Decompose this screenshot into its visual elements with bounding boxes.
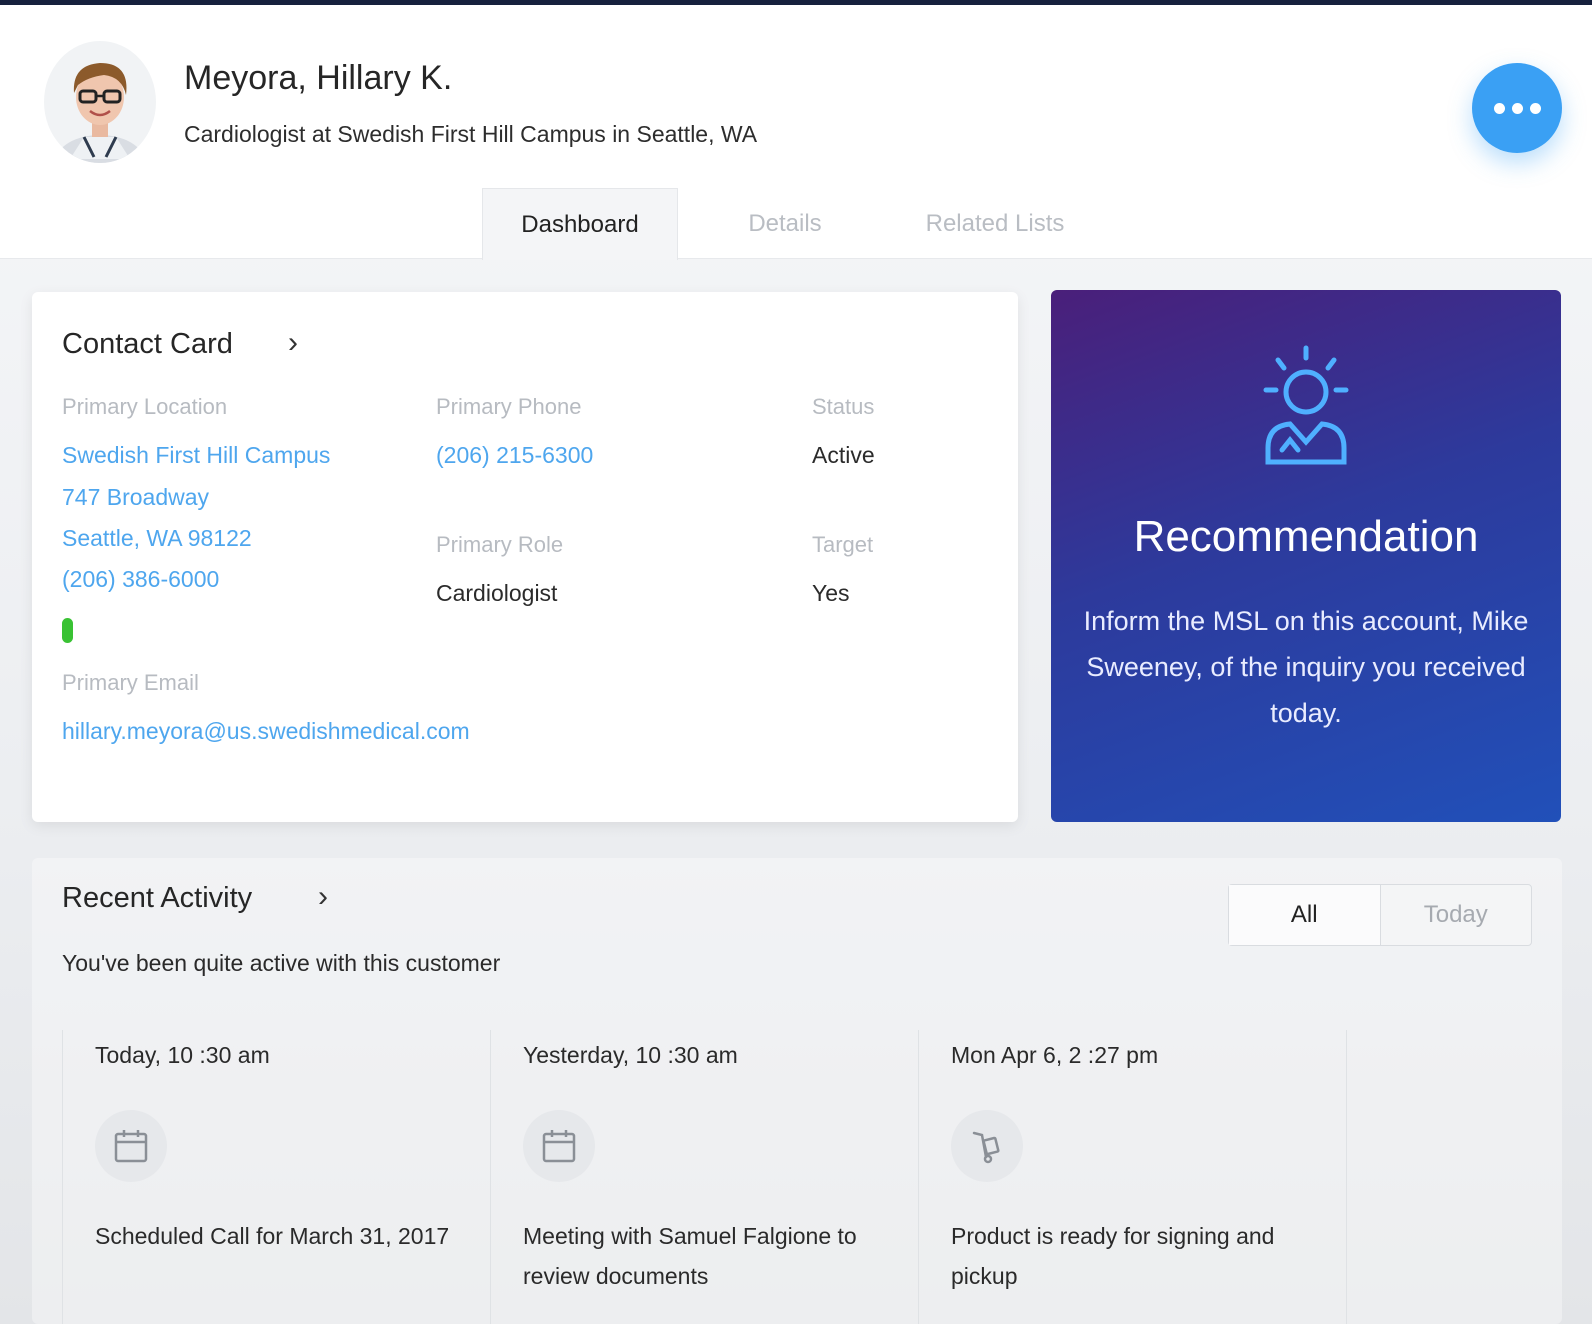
- primary-phone-link[interactable]: (206) 215-6300: [436, 442, 593, 469]
- activity-time: Yesterday, 10 :30 am: [523, 1042, 738, 1068]
- status-label: Status: [812, 394, 875, 419]
- activity-text: Meeting with Samuel Falgione to review d…: [523, 1223, 857, 1289]
- calendar-icon: [523, 1110, 595, 1182]
- contact-card-title: Contact Card: [62, 328, 233, 360]
- recommendation-text: Inform the MSL on this account, Mike Swe…: [1083, 606, 1529, 728]
- status-indicator: [62, 618, 73, 643]
- lightbulb-person-icon: [1254, 342, 1358, 468]
- primary-role-value: Cardiologist: [436, 580, 558, 606]
- location-address-link[interactable]: 747 Broadway: [62, 484, 209, 511]
- profile-header: Meyora, Hillary K. Cardiologist at Swedi…: [0, 5, 1592, 260]
- recent-activity-subtitle: You've been quite active with this custo…: [62, 950, 501, 976]
- primary-phone-label: Primary Phone: [436, 394, 582, 419]
- more-dot: [1529, 102, 1541, 114]
- activity-item[interactable]: Today, 10 :30 am Scheduled Call for Marc…: [62, 1030, 490, 1324]
- activity-item[interactable]: Mon Apr 6, 2 :27 pm Product is ready for…: [918, 1030, 1346, 1324]
- recommendation-title: Recommendation: [1133, 512, 1479, 561]
- more-actions-button[interactable]: [1472, 63, 1562, 153]
- tab-dashboard[interactable]: Dashboard: [482, 188, 678, 260]
- hand-truck-icon: [951, 1110, 1023, 1182]
- location-phone-link[interactable]: (206) 386-6000: [62, 566, 219, 593]
- contact-card: Contact Card › Primary Location Swedish …: [32, 292, 1018, 822]
- filter-today-button[interactable]: Today: [1381, 885, 1532, 945]
- activity-filter-toggle: All Today: [1228, 884, 1532, 946]
- activity-column-empty: [1346, 1030, 1546, 1324]
- activity-time: Mon Apr 6, 2 :27 pm: [951, 1042, 1159, 1068]
- location-city-link[interactable]: Seattle, WA 98122: [62, 525, 252, 552]
- primary-email-link[interactable]: hillary.meyora@us.swedishmedical.com: [62, 718, 470, 745]
- more-horizontal-icon: [1493, 102, 1505, 114]
- filter-all-button[interactable]: All: [1229, 885, 1381, 945]
- contact-name: Meyora, Hillary K.: [184, 59, 453, 97]
- activity-item[interactable]: Yesterday, 10 :30 am Meeting with Samuel…: [490, 1030, 918, 1324]
- calendar-icon: [95, 1110, 167, 1182]
- primary-role-label: Primary Role: [436, 532, 564, 557]
- primary-location-label: Primary Location: [62, 394, 228, 419]
- recent-activity-title: Recent Activity: [62, 882, 253, 914]
- target-label: Target: [812, 532, 874, 557]
- activity-text: Product is ready for signing and pickup: [951, 1223, 1275, 1289]
- tab-details[interactable]: Details: [700, 188, 870, 260]
- avatar: [44, 41, 156, 163]
- target-value: Yes: [812, 580, 850, 606]
- status-value: Active: [812, 442, 875, 468]
- activity-time: Today, 10 :30 am: [95, 1042, 270, 1068]
- recommendation-card[interactable]: Recommendation Inform the MSL on this ac…: [1051, 290, 1561, 822]
- primary-email-label: Primary Email: [62, 670, 199, 695]
- chevron-right-icon[interactable]: ›: [318, 880, 328, 914]
- tab-related-lists[interactable]: Related Lists: [890, 188, 1100, 260]
- recent-activity-panel: Recent Activity › You've been quite acti…: [32, 858, 1562, 1324]
- more-dot: [1511, 102, 1523, 114]
- contact-subtitle: Cardiologist at Swedish First Hill Campu…: [184, 121, 758, 147]
- chevron-right-icon[interactable]: ›: [288, 326, 298, 360]
- location-name-link[interactable]: Swedish First Hill Campus: [62, 442, 330, 469]
- activity-text: Scheduled Call for March 31, 2017: [95, 1223, 450, 1249]
